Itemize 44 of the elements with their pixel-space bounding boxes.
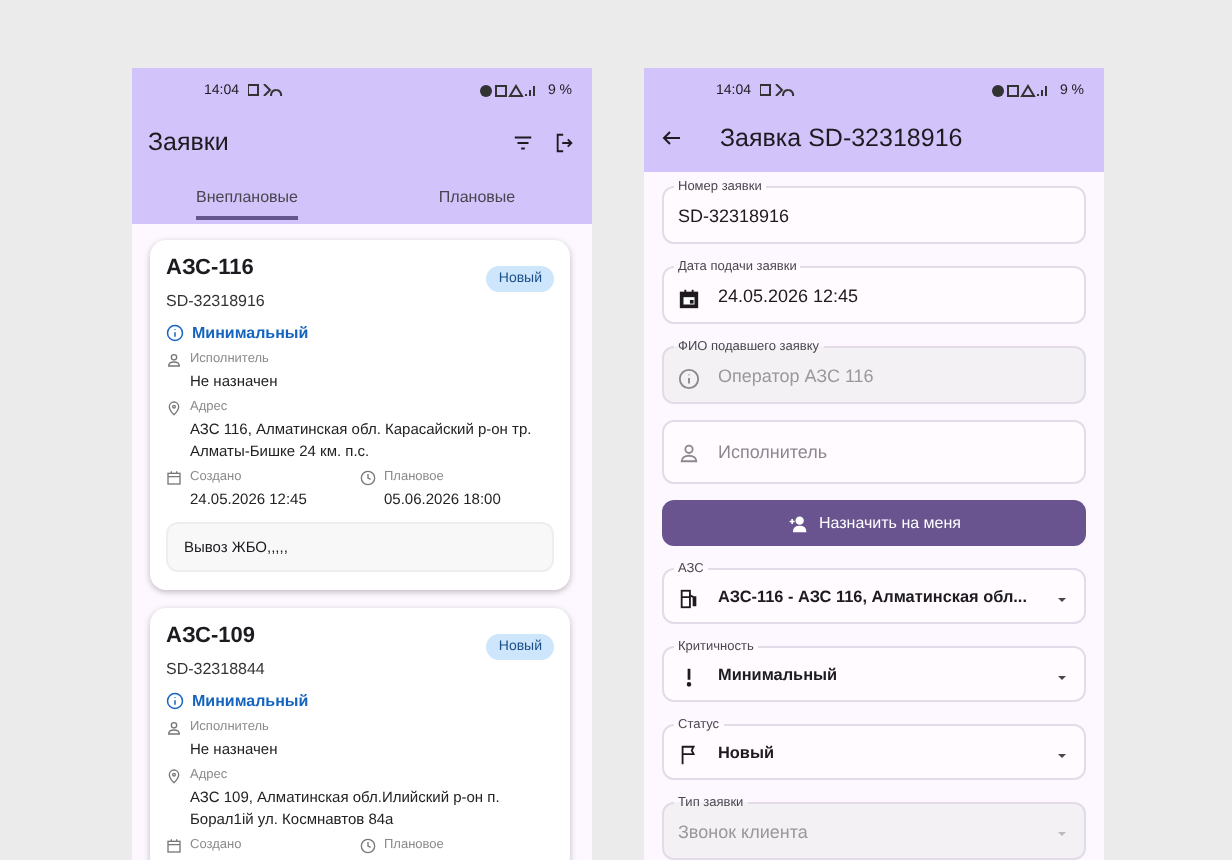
field-value: Минимальный	[718, 664, 840, 688]
tab[interactable]: Плановые	[362, 172, 592, 224]
person-add-icon	[787, 513, 807, 533]
tab[interactable]: Внеплановые	[132, 172, 362, 224]
info-icon	[166, 692, 184, 710]
screen-title: Заявка SD-32318916	[720, 124, 965, 152]
back-arrow-icon	[660, 126, 684, 150]
info-icon	[678, 367, 700, 389]
filter-icon	[512, 131, 534, 153]
status-icons-drawing	[991, 83, 1052, 97]
priority-label: Минимальный	[192, 324, 309, 342]
logout-icon	[554, 131, 576, 153]
field-value: АЗС-116 - АЗС 116, Алматинская обл...	[718, 586, 1029, 610]
status-icons-drawing	[247, 84, 288, 96]
screen-title: Заявки	[148, 128, 231, 156]
field-value: Оператор АЗС 116	[718, 364, 876, 390]
person-icon	[166, 720, 182, 736]
status-icons-drawing	[759, 84, 800, 96]
person-icon	[678, 441, 700, 463]
person-icon	[166, 352, 182, 368]
card-title: АЗС-109	[166, 624, 258, 648]
priority-label: Минимальный	[192, 692, 309, 710]
flag-icon	[678, 744, 700, 766]
field-value: Звонок клиента	[678, 820, 810, 846]
caret-icon	[1054, 826, 1070, 842]
info-icon	[166, 324, 184, 342]
calendar-icon	[678, 287, 700, 309]
fuel-pump-icon	[678, 588, 700, 610]
request-number: SD-32318844	[166, 660, 267, 678]
location-pin-icon	[166, 400, 182, 416]
calendar-icon	[166, 470, 182, 486]
clock-icon	[360, 470, 376, 486]
field-value: 24.05.2026 12:45	[718, 284, 861, 310]
location-pin-icon	[166, 768, 182, 784]
field-placeholder: Исполнитель	[718, 440, 830, 466]
field-value: Новый	[718, 742, 776, 766]
assign-to-me-button[interactable]: Назначить на меня	[662, 500, 1086, 546]
calendar-icon	[166, 838, 182, 854]
field-value: SD-32318916	[678, 204, 792, 230]
request-number: SD-32318916	[166, 292, 267, 310]
request-card[interactable]	[150, 240, 570, 590]
clock-icon	[360, 838, 376, 854]
status-icons-drawing	[479, 83, 540, 97]
card-title: АЗС-116	[166, 256, 256, 280]
